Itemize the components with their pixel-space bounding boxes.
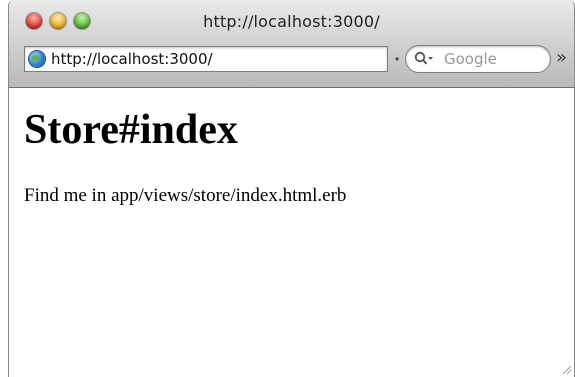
browser-toolbar: http://localhost:3000/ http://localhost:… — [9, 0, 574, 88]
browser-window: http://localhost:3000/ http://localhost:… — [8, 0, 575, 377]
search-icon[interactable] — [414, 51, 434, 67]
search-input[interactable]: Google — [405, 45, 551, 73]
globe-icon — [29, 51, 45, 67]
page-title: Store#index — [24, 107, 238, 153]
page-paragraph: Find me in app/views/store/index.html.er… — [24, 185, 347, 206]
address-text[interactable]: http://localhost:3000/ — [51, 50, 213, 68]
page-content: Store#index Find me in app/views/store/i… — [9, 88, 574, 377]
resize-grip-icon[interactable] — [560, 363, 572, 375]
overflow-chevron-icon[interactable]: » — [556, 47, 567, 68]
address-resize-handle[interactable]: • — [395, 52, 399, 66]
search-placeholder: Google — [444, 50, 497, 68]
window-title: http://localhost:3000/ — [203, 12, 380, 31]
address-bar[interactable]: http://localhost:3000/ — [24, 46, 388, 72]
